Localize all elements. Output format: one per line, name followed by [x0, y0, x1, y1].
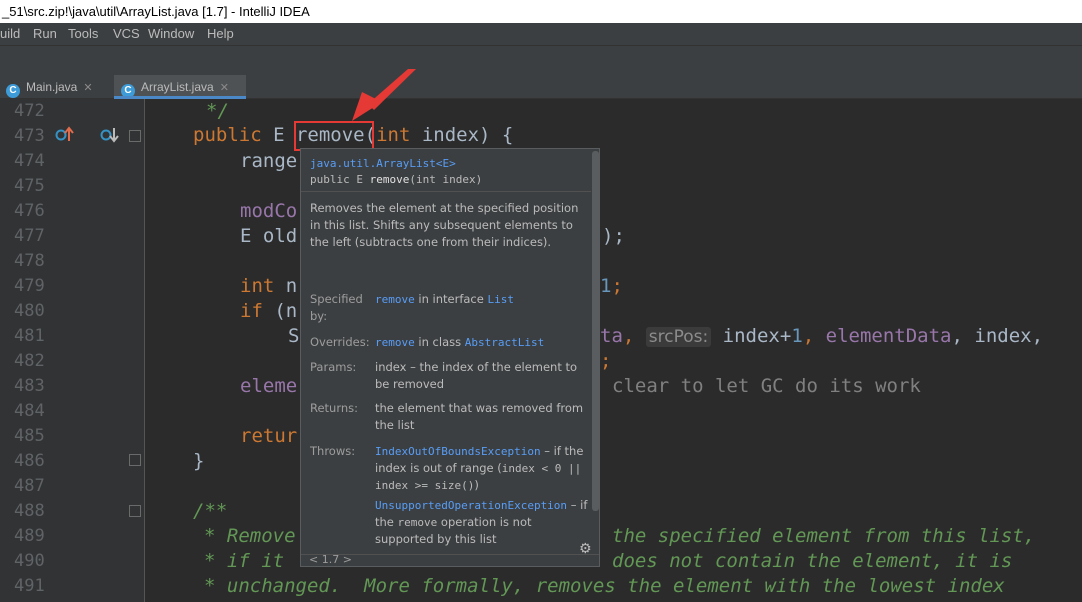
exception-link[interactable]: IndexOutOfBoundsException: [375, 445, 541, 458]
returns-body: the element that was removed from the li…: [375, 401, 584, 432]
doc-description: Removes the element at the specified pos…: [310, 201, 579, 249]
fold-icon[interactable]: [129, 454, 141, 466]
specified-label: Specified by:: [310, 292, 363, 323]
class-link[interactable]: AbstractList: [465, 336, 544, 349]
implements-up-icon[interactable]: [54, 125, 74, 145]
line-number: 478: [14, 251, 45, 271]
editor-tabs: C Main.java ✕ C ArrayList.java ✕: [0, 75, 1082, 99]
line-number: 472: [14, 101, 45, 121]
returns-label: Returns:: [310, 401, 359, 415]
code-line: retur: [240, 425, 298, 447]
code-line: int n: [240, 275, 298, 297]
code-line: /**: [193, 500, 228, 522]
toolbar: [0, 45, 1082, 75]
code-line: S: [288, 325, 300, 347]
overrides-body: remove in class AbstractList: [375, 335, 545, 349]
window-title: _51\src.zip!\java\util\ArrayList.java [1…: [0, 0, 1082, 23]
fold-icon[interactable]: [129, 130, 141, 142]
line-number: 482: [14, 351, 45, 371]
menu-bar: uild Run Tools VCS Window Help: [0, 23, 1082, 45]
line-number: 477: [14, 226, 45, 246]
line-number: 481: [14, 326, 45, 346]
exception-link[interactable]: UnsupportedOperationException: [375, 499, 567, 512]
code-line: if (n: [240, 300, 298, 322]
line-number: 473: [14, 126, 45, 146]
jdk-version: < 1.7 >: [309, 553, 352, 566]
line-number: 488: [14, 501, 45, 521]
code-line-tail: does not contain the element, it is: [612, 550, 1013, 572]
fold-icon[interactable]: [129, 505, 141, 517]
code-line-tail: ta, srcPos: index+1, elementData, index,: [600, 325, 1044, 347]
throws-label: Throws:: [310, 444, 356, 458]
line-number: 486: [14, 451, 45, 471]
menu-tools[interactable]: Tools: [68, 23, 98, 45]
code-line: * Remove: [204, 525, 296, 547]
throws-body-2: UnsupportedOperationException – if the r…: [375, 498, 588, 546]
editor-gutter[interactable]: 472 473 474 475 476 477 478 479 480 481 …: [0, 99, 145, 602]
code-line: E old: [240, 225, 298, 247]
code-line-tail: );: [602, 225, 625, 247]
menu-run[interactable]: Run: [33, 23, 57, 45]
code-line: */: [206, 100, 229, 122]
code-line: }: [193, 450, 205, 472]
specified-body: remove in interface List: [375, 292, 515, 306]
tab-label: Main.java: [26, 80, 78, 94]
close-icon[interactable]: ✕: [83, 82, 92, 94]
overrides-label: Overrides:: [310, 335, 370, 349]
quick-documentation-popup[interactable]: java.util.ArrayList<E> public E remove(i…: [300, 148, 600, 567]
line-number: 474: [14, 151, 45, 171]
line-number: 485: [14, 426, 45, 446]
line-number: 483: [14, 376, 45, 396]
overrides-link[interactable]: remove: [375, 336, 415, 349]
code-line-tail: the specified element from this list,: [612, 525, 1036, 547]
throws-body: IndexOutOfBoundsException – if the index…: [375, 444, 584, 492]
tab-main-java[interactable]: C Main.java ✕: [6, 75, 112, 99]
params-label: Params:: [310, 360, 357, 374]
class-c-icon: C: [6, 84, 20, 98]
params-body: index – the index of the element to be r…: [375, 360, 578, 391]
tab-label: ArrayList.java: [141, 80, 214, 94]
param-hint: srcPos:: [645, 327, 712, 347]
interface-link[interactable]: List: [488, 293, 515, 306]
class-c-icon: C: [121, 84, 135, 98]
overridden-down-icon[interactable]: [99, 125, 121, 145]
code-comment: clear to let GC do its work: [612, 375, 921, 397]
menu-build[interactable]: uild: [0, 23, 20, 45]
menu-help[interactable]: Help: [207, 23, 234, 45]
line-number: 476: [14, 201, 45, 221]
line-number: 480: [14, 301, 45, 321]
line-number: 489: [14, 526, 45, 546]
line-number: 475: [14, 176, 45, 196]
close-icon[interactable]: ✕: [220, 82, 229, 94]
tab-arraylist-java[interactable]: C ArrayList.java ✕: [114, 75, 246, 99]
code-line-tail: 1;: [600, 275, 623, 297]
specified-link[interactable]: remove: [375, 293, 415, 306]
code-line: modCo: [240, 200, 298, 222]
menu-vcs[interactable]: VCS: [113, 23, 140, 45]
class-link[interactable]: java.util.ArrayList<E>: [310, 157, 456, 170]
code-editor[interactable]: */ public E remove(int index) { range mo…: [146, 99, 1082, 602]
line-number: 490: [14, 551, 45, 571]
code-line-tail: ;: [600, 350, 612, 372]
line-number: 491: [14, 576, 45, 596]
code-line: range: [240, 150, 298, 172]
line-number: 487: [14, 476, 45, 496]
highlight-annotation-box: [294, 121, 374, 151]
line-number: 479: [14, 276, 45, 296]
menu-window[interactable]: Window: [148, 23, 194, 45]
popup-scrollbar[interactable]: [592, 151, 599, 511]
doc-signature: java.util.ArrayList<E> public E remove(i…: [301, 149, 591, 192]
code-line: * if it: [204, 550, 285, 572]
code-line: eleme: [240, 375, 298, 397]
code-line: * unchanged. More formally, removes the …: [204, 575, 1005, 597]
popup-footer: < 1.7 >: [301, 553, 599, 566]
line-number: 484: [14, 401, 45, 421]
